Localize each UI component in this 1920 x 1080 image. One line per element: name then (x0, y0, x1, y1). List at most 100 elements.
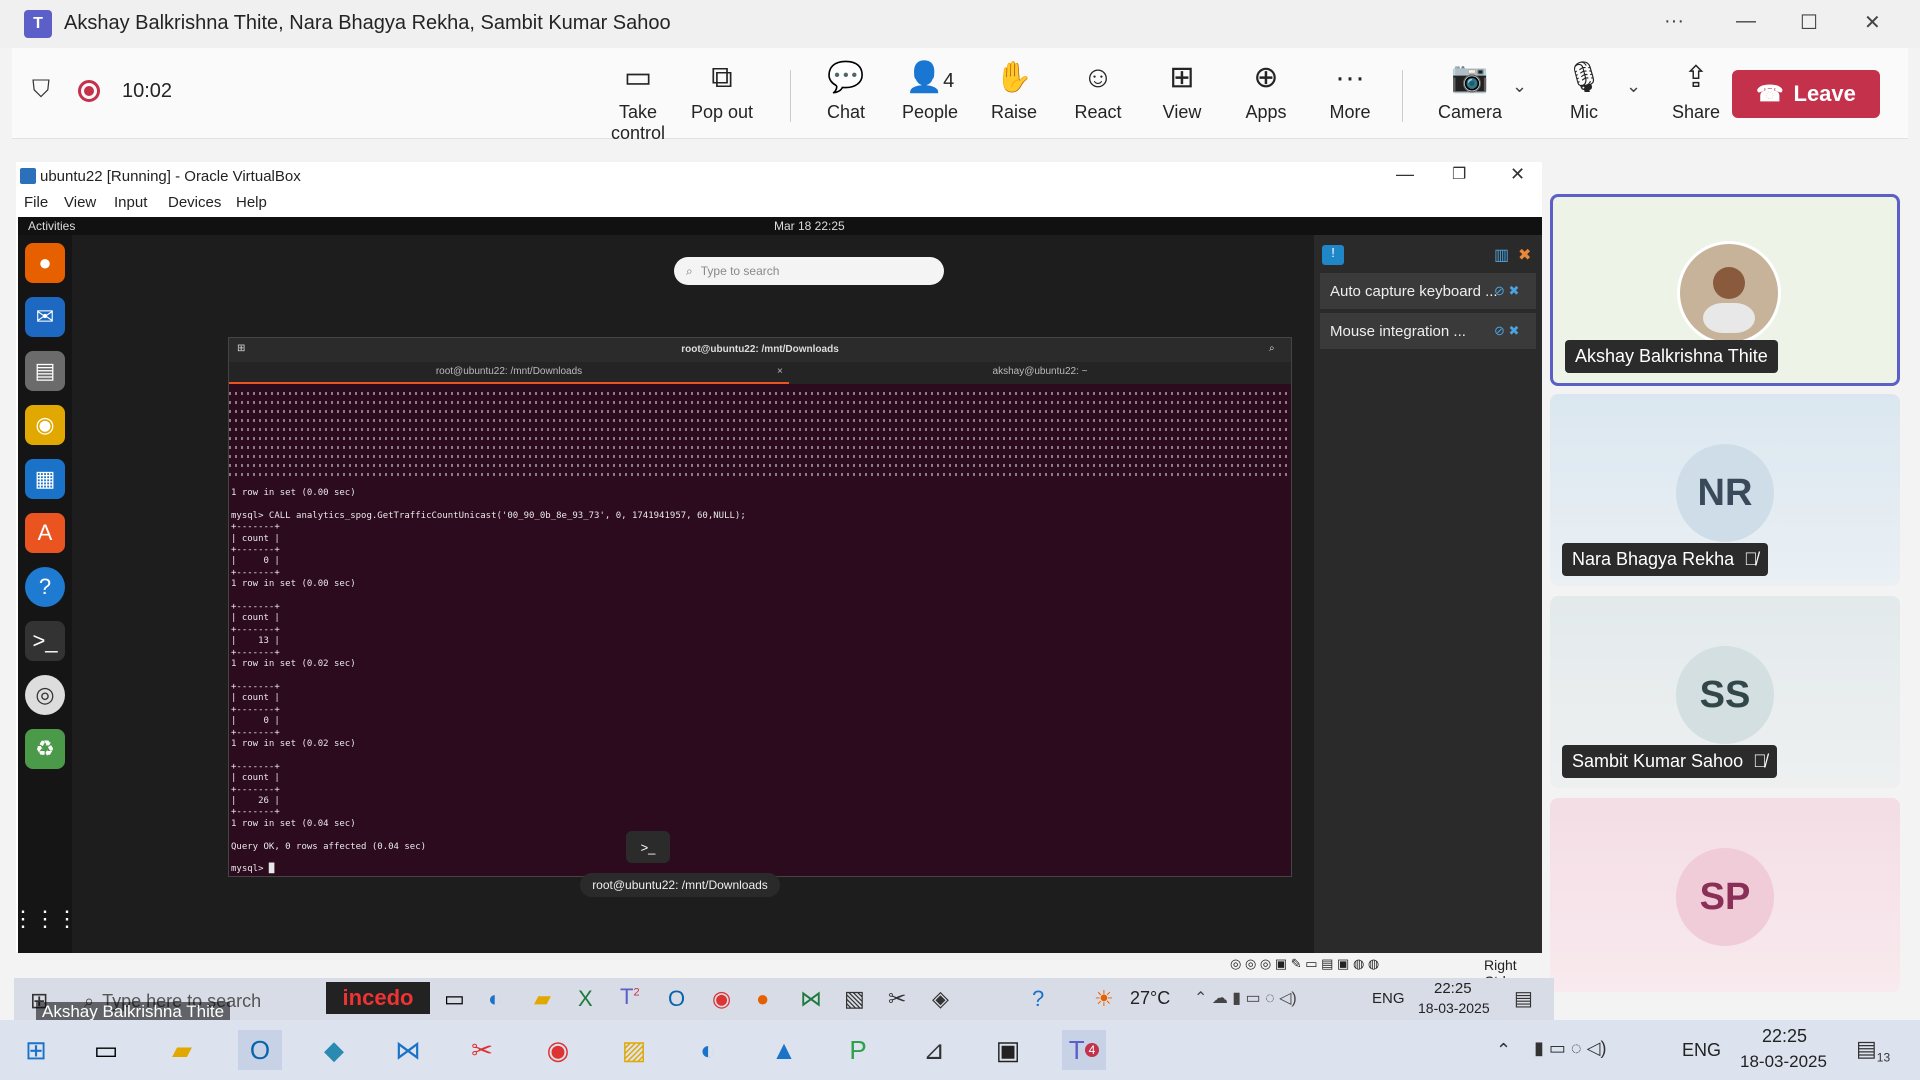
notification-mouse-text: Mouse integration ... (1330, 322, 1466, 340)
presenter-overlay: Akshay Balkrishna Thite (36, 1002, 231, 1022)
mic-options-chevron-icon[interactable]: ⌄ (1626, 76, 1641, 97)
thunderbird-icon[interactable]: ✉ (25, 297, 65, 337)
maximize-button[interactable]: ☐ (1800, 10, 1818, 35)
activities-button[interactable]: Activities (28, 219, 75, 233)
host-time[interactable]: 22:25 (1762, 1026, 1807, 1047)
xming-icon[interactable]: ⊿ (912, 1030, 956, 1070)
outlook-icon[interactable]: O (238, 1030, 282, 1070)
menu-input[interactable]: Input (114, 194, 147, 211)
participant-tile-2[interactable]: NR Nara Bhagya Rekha 🎙̸ (1550, 394, 1900, 586)
vbox-status-icons: ◎ ◎ ◎ ▣ ✎ ▭ ▤ ▣ ◍ ◍ (1230, 956, 1380, 971)
vbox-restore-button[interactable]: ❐ (1452, 164, 1466, 184)
more-button[interactable]: ··· More (1308, 58, 1392, 123)
tray-overflow-icon[interactable]: ⌃ (1496, 1040, 1511, 1061)
participant-tile-4[interactable]: SP (1550, 798, 1900, 992)
taskview-icon[interactable]: ▭ (444, 986, 465, 1012)
host-date[interactable]: 18-03-2025 (1740, 1052, 1827, 1072)
excel-icon[interactable]: X (578, 986, 593, 1012)
participant-tile-3[interactable]: SS Sambit Kumar Sahoo 🎙̸ (1550, 596, 1900, 788)
view-button[interactable]: ⊞ View (1140, 58, 1224, 123)
apps-label: Apps (1245, 102, 1287, 122)
pycharm-icon[interactable]: P (836, 1030, 880, 1070)
dvd-icon[interactable]: ◎ (25, 675, 65, 715)
terminal-icon[interactable]: >_ (25, 621, 65, 661)
teams-icon[interactable]: T4 (1062, 1030, 1106, 1070)
taskview-icon[interactable]: ▭ (84, 1030, 128, 1070)
teams-icon[interactable]: T2 (620, 984, 640, 1010)
help-circle-icon[interactable]: ? (1032, 986, 1044, 1012)
mic-button[interactable]: 🎙 Mic (1542, 58, 1626, 123)
snip-icon[interactable]: ✂ (888, 986, 906, 1012)
menu-file[interactable]: File (24, 194, 48, 211)
people-button[interactable]: 👤4 People (888, 58, 972, 123)
software-icon[interactable]: A (25, 513, 65, 553)
incedo-logo: incedo (326, 982, 430, 1014)
more-options-icon[interactable]: ··· (1664, 10, 1684, 33)
ubuntu-clock[interactable]: Mar 18 22:25 (774, 219, 845, 233)
take-control-button[interactable]: ▭ Take control (596, 58, 680, 144)
vpn-icon[interactable]: ⋈ (386, 1030, 430, 1070)
firefox-icon[interactable]: ● (25, 243, 65, 283)
chrome-icon[interactable]: ◉ (536, 1030, 580, 1070)
close-tab-icon[interactable]: × (777, 366, 783, 377)
vscode-icon[interactable]: ⋈ (800, 986, 822, 1012)
pop-out-button[interactable]: ⧉ Pop out (680, 58, 764, 123)
trash-icon[interactable]: ♻ (25, 729, 65, 769)
window-label: root@ubuntu22: /mnt/Downloads (580, 873, 780, 897)
help-icon[interactable]: ? (25, 567, 65, 607)
action-center-icon[interactable]: ▤ (1514, 986, 1533, 1011)
rhythmbox-icon[interactable]: ◉ (25, 405, 65, 445)
camera-button[interactable]: 📷 Camera (1428, 58, 1512, 123)
edge-icon[interactable]: ◐ (686, 1030, 730, 1070)
edge-icon[interactable]: ◐ (488, 986, 501, 1012)
leave-button[interactable]: ☎ Leave (1732, 70, 1880, 118)
notification-center-icon[interactable]: ▤13 (1856, 1036, 1890, 1064)
minimize-button[interactable]: — (1736, 10, 1756, 33)
files-icon[interactable]: ▤ (25, 351, 65, 391)
vbox-minimize-button[interactable]: — (1396, 164, 1414, 185)
inner-date[interactable]: 18-03-2025 (1418, 1000, 1490, 1016)
raise-hand-button[interactable]: ✋ Raise (972, 58, 1056, 123)
vbox-close-button[interactable]: ✕ (1510, 164, 1525, 185)
writer-icon[interactable]: ▦ (25, 459, 65, 499)
apps-button[interactable]: ⊕ Apps (1224, 58, 1308, 123)
inner-time[interactable]: 22:25 (1434, 980, 1472, 997)
menu-help[interactable]: Help (236, 194, 267, 211)
outlook-icon[interactable]: O (668, 986, 685, 1012)
settings-icon[interactable]: ▥ (1494, 245, 1509, 265)
camera-options-chevron-icon[interactable]: ⌄ (1512, 76, 1527, 97)
app-x64-icon[interactable]: ▨ (612, 1030, 656, 1070)
menu-devices[interactable]: Devices (168, 194, 221, 211)
close-button[interactable]: ✕ (1864, 10, 1881, 35)
windows-start-icon[interactable]: ⊞ (14, 1030, 58, 1070)
terminal-tab-1[interactable]: root@ubuntu22: /mnt/Downloads (229, 362, 789, 384)
app-icon[interactable]: ▧ (844, 986, 865, 1012)
terminal-thumbnail-icon[interactable]: >_ (626, 831, 670, 863)
menu-view[interactable]: View (64, 194, 96, 211)
notification-keyboard-dismiss-icon[interactable]: ⊘ ✖ (1494, 283, 1519, 299)
show-apps-icon[interactable]: ⋮⋮⋮ (12, 899, 78, 939)
photos-icon[interactable]: ▲ (762, 1030, 806, 1070)
chat-button[interactable]: 💬 Chat (804, 58, 888, 123)
share-button[interactable]: ⇪ Share (1654, 58, 1738, 123)
dismiss-all-icon[interactable]: ✖ (1518, 245, 1531, 265)
tray-icons[interactable]: ⌃ ☁ ▮ ▭ ◌ ◁) (1194, 988, 1297, 1008)
terminal-tab-2[interactable]: akshay@ubuntu22: ~ (789, 362, 1291, 384)
participant-tile-1[interactable]: Akshay Balkrishna Thite (1550, 194, 1900, 386)
react-button[interactable]: ☺ React (1056, 58, 1140, 123)
file-explorer-icon[interactable]: ▰ (160, 1030, 204, 1070)
chrome-icon[interactable]: ◉ (712, 986, 731, 1012)
paint-icon[interactable]: ◈ (932, 986, 949, 1012)
firefox-icon[interactable]: ● (756, 986, 769, 1012)
host-lang[interactable]: ENG (1682, 1040, 1721, 1061)
notification-mouse-dismiss-icon[interactable]: ⊘ ✖ (1494, 323, 1519, 339)
terminal-window[interactable]: ⊞ root@ubuntu22: /mnt/Downloads ⌕ root@u… (228, 337, 1292, 877)
explorer-icon[interactable]: ▰ (534, 986, 551, 1012)
tray-icons[interactable]: ▮ ▭ ◌ ◁) (1534, 1038, 1606, 1059)
snipping-icon[interactable]: ✂ (460, 1030, 504, 1070)
app-icon[interactable]: ◆ (312, 1030, 356, 1070)
inner-lang[interactable]: ENG (1372, 990, 1405, 1007)
ubuntu-search[interactable]: ⌕ Type to search (674, 257, 944, 285)
terminal-search-icon[interactable]: ⌕ (1269, 343, 1275, 354)
terminal-icon[interactable]: ▣ (986, 1030, 1030, 1070)
